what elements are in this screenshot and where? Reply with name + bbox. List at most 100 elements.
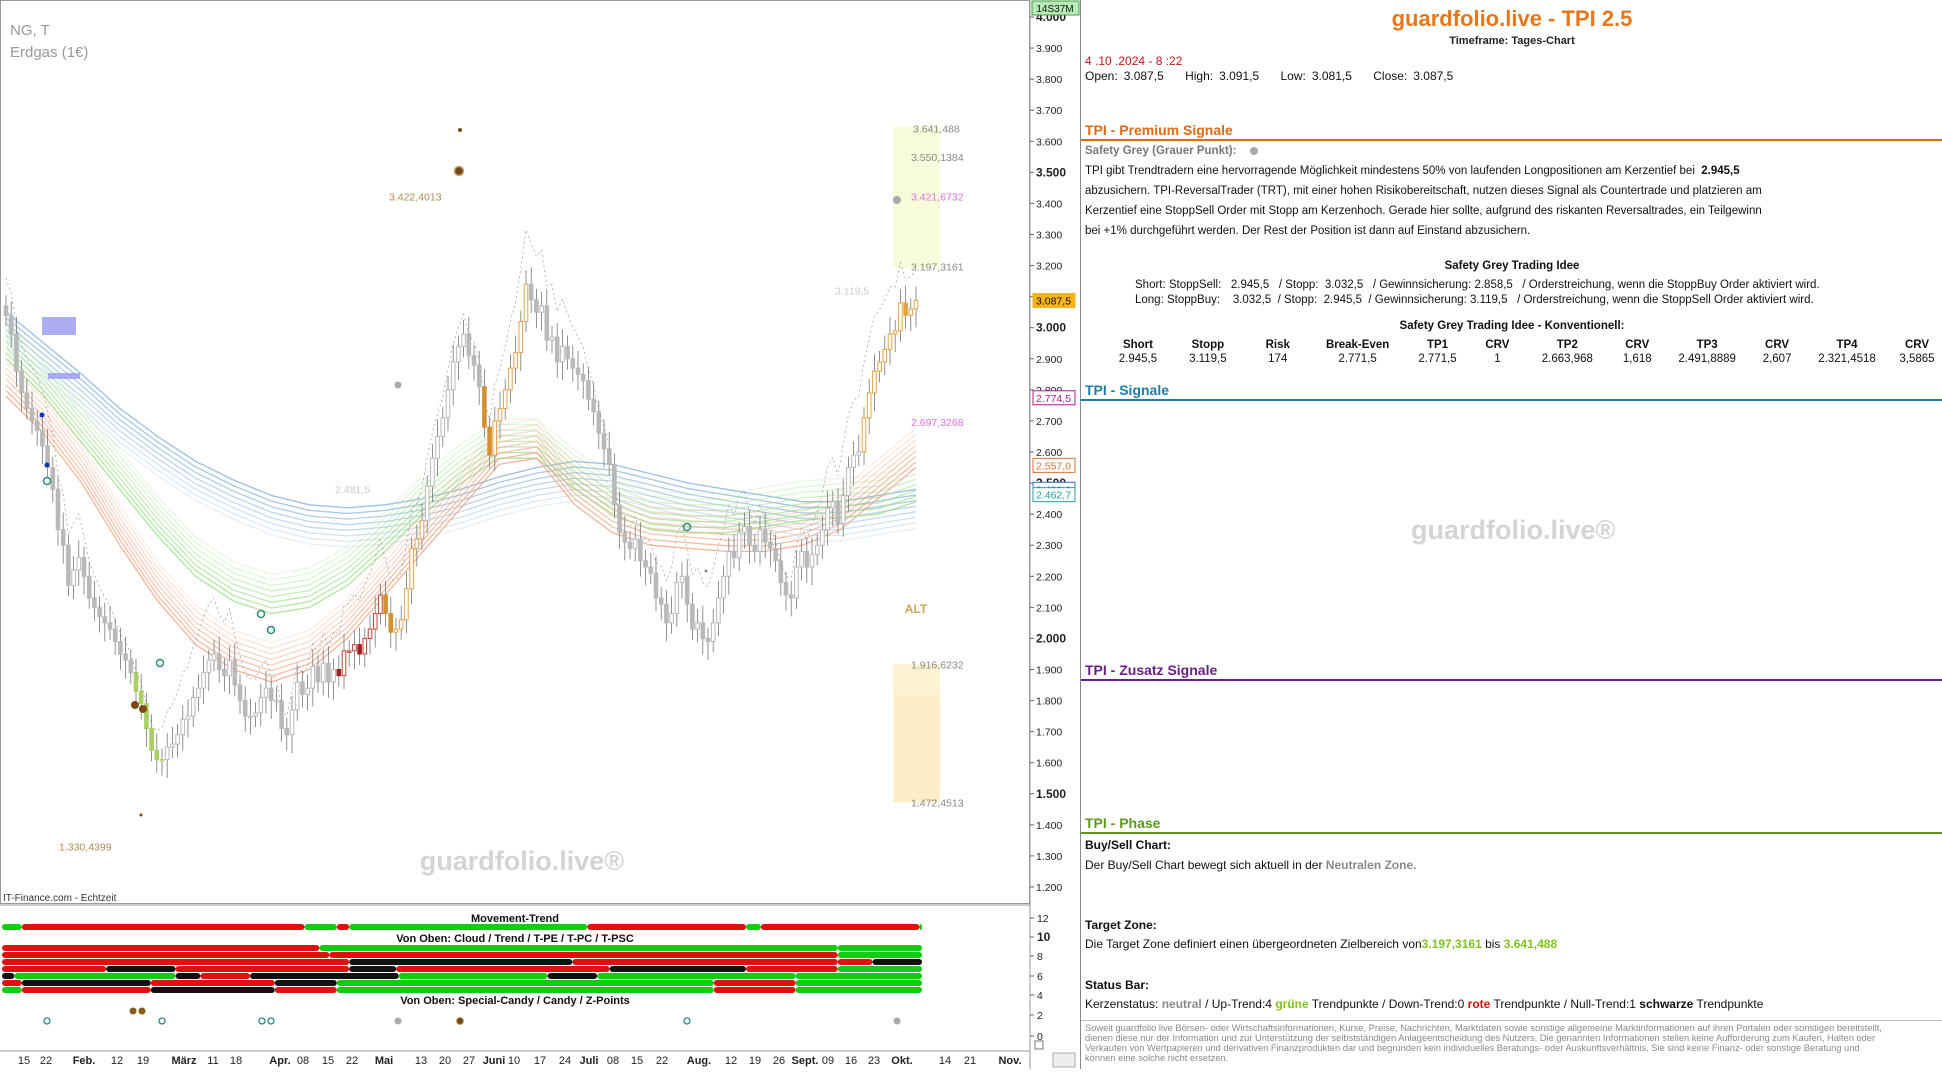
x-tick-label: 14 bbox=[939, 1055, 951, 1067]
indicator-tick-label: 10 bbox=[1037, 930, 1051, 944]
candle bbox=[716, 597, 721, 624]
price-tick-label: 1.200 bbox=[1036, 882, 1062, 894]
trend-dot-segment bbox=[609, 966, 746, 972]
cloud-title: Von Oben: Cloud / Trend / T-PE / T-PC / … bbox=[396, 933, 634, 945]
candle bbox=[112, 628, 118, 643]
indicator-tick-label: 8 bbox=[1037, 951, 1043, 963]
candle bbox=[102, 616, 108, 624]
target-to: 3.641,488 bbox=[1503, 937, 1558, 951]
candle bbox=[24, 392, 30, 410]
candle bbox=[705, 637, 711, 643]
trend-dot-segment bbox=[587, 924, 746, 930]
price-chart[interactable]: ALT 3.641,488 3.550,1384 3.421,6732 3.197,31… bbox=[0, 0, 1080, 1069]
price-tag: 2.557,0 bbox=[1036, 460, 1071, 472]
candle bbox=[794, 566, 799, 599]
candle bbox=[440, 417, 446, 437]
candle bbox=[19, 370, 24, 394]
candle bbox=[253, 712, 258, 717]
trend-dot-segment bbox=[21, 980, 151, 986]
target-zone-text: Die Target Zone definiert einen übergeor… bbox=[1085, 937, 1557, 951]
candle bbox=[378, 594, 383, 615]
trend-dot-segment bbox=[837, 966, 923, 972]
x-tick-label: Juni bbox=[483, 1055, 506, 1067]
chart-name: Erdgas (1€) bbox=[10, 44, 88, 61]
x-tick-label: Nov. bbox=[998, 1055, 1021, 1067]
konv-header-11: CRV bbox=[1904, 339, 1930, 351]
grey-dot-icon bbox=[1250, 146, 1259, 155]
special-row-dot bbox=[456, 1017, 464, 1025]
trend-dot-segment bbox=[398, 973, 548, 979]
candle bbox=[523, 283, 529, 323]
level-label: 3.641,488 bbox=[913, 123, 960, 135]
candle bbox=[861, 417, 867, 453]
candle bbox=[81, 557, 87, 577]
candle bbox=[632, 538, 638, 549]
candle bbox=[679, 575, 685, 583]
candle bbox=[783, 582, 789, 596]
price-tick-label: 2.200 bbox=[1036, 571, 1062, 583]
movement-trend-title: Movement-Trend bbox=[471, 913, 559, 925]
chart-area[interactable]: ALT 3.641,488 3.550,1384 3.421,6732 3.197,31… bbox=[0, 0, 1080, 1069]
candle bbox=[66, 544, 71, 587]
candle bbox=[258, 696, 264, 714]
safety-grey-description: TPI gibt Trendtradern eine hervorragende… bbox=[1085, 161, 1905, 241]
trend-dot-segment bbox=[2, 959, 350, 965]
candle bbox=[814, 544, 820, 556]
konv-header-5: CRV bbox=[1485, 339, 1510, 351]
candy-title: Von Oben: Special-Candy / Candy / Z-Poin… bbox=[400, 995, 630, 1007]
trend-dot-segment bbox=[396, 966, 610, 972]
candle bbox=[580, 373, 586, 382]
trading-idea-title: Safety Grey Trading Idee bbox=[1444, 260, 1580, 272]
level-label: 3.421,6732 bbox=[911, 192, 964, 204]
candle bbox=[528, 283, 534, 301]
price-tick-label: 1.800 bbox=[1036, 696, 1062, 708]
candle bbox=[882, 348, 888, 363]
buysell-label: Buy/Sell Chart: bbox=[1085, 838, 1172, 852]
signal-dot bbox=[39, 412, 45, 418]
candle bbox=[534, 299, 539, 313]
trend-dot-segment bbox=[304, 924, 337, 930]
status-bar-label: Status Bar: bbox=[1085, 978, 1150, 992]
candle bbox=[362, 637, 368, 655]
small-dot bbox=[139, 813, 143, 817]
konv-value-0: 2.945,5 bbox=[1118, 353, 1158, 365]
x-tick-label: 19 bbox=[749, 1055, 761, 1067]
candle bbox=[71, 569, 76, 587]
signal-box bbox=[48, 373, 80, 379]
konv-value-10: 2.321,4518 bbox=[1818, 353, 1876, 365]
price-tick-label: 2.100 bbox=[1036, 602, 1062, 614]
konventionell-header-row: Short Stopp Risk Break-Even TP1 CRV TP2 CRV TP3 C… bbox=[1103, 339, 1942, 353]
trend-dot-segment bbox=[837, 952, 923, 958]
candle bbox=[903, 302, 908, 316]
candle bbox=[554, 336, 560, 363]
trend-dot-segment bbox=[2, 924, 22, 930]
z-point-marker bbox=[155, 658, 165, 668]
level-label: 3.550,1384 bbox=[911, 152, 964, 164]
x-tick-label: Okt. bbox=[891, 1055, 912, 1067]
target-zone-label: Target Zone: bbox=[1085, 918, 1157, 932]
candle bbox=[430, 457, 435, 487]
trend-dot-segment bbox=[150, 987, 275, 993]
level-label: 1.472,4513 bbox=[911, 797, 964, 809]
status-down2: Trendpunkte / Null-Trend:1 bbox=[1490, 997, 1640, 1011]
candle bbox=[736, 532, 742, 559]
z-point-marker bbox=[266, 625, 276, 635]
konv-header-10: TP4 bbox=[1836, 339, 1858, 351]
x-tick-label: 09 bbox=[822, 1055, 834, 1067]
level-label: 1.330,4399 bbox=[59, 841, 112, 853]
candle bbox=[653, 572, 659, 599]
safety-grey-label: Safety Grey (Grauer Punkt): bbox=[1085, 145, 1259, 157]
konventionell-value-row: 2.945,5 3.119,5 174 2.771,5 2.771,5 1 2.663,96… bbox=[1103, 353, 1942, 365]
trend-dot-segment bbox=[795, 980, 923, 986]
level-label: 3.197,3161 bbox=[911, 261, 964, 273]
candle bbox=[331, 669, 336, 683]
trend-dot-segment bbox=[2, 987, 22, 993]
candle bbox=[196, 687, 201, 698]
candle bbox=[898, 302, 903, 332]
trend-dot-segment bbox=[319, 945, 838, 951]
trend-dot-segment bbox=[746, 966, 838, 972]
trend-dot-segment bbox=[329, 952, 838, 958]
small-dot bbox=[458, 128, 462, 132]
candle bbox=[300, 681, 305, 695]
candle bbox=[476, 364, 482, 388]
